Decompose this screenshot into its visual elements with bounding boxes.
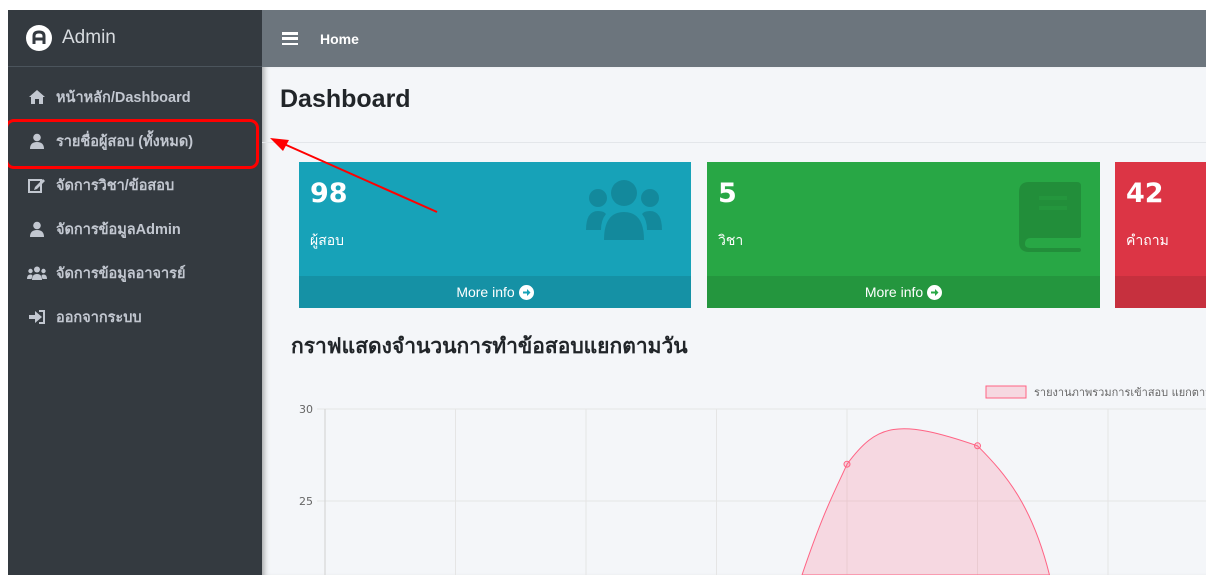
sidebar-item-label: รายชื่อผู้สอบ (ทั้งหมด) [56, 133, 194, 150]
y-tick-labels: 30 25 [299, 403, 313, 508]
sidebar-item-label: จัดการวิชา/ข้อสอบ [56, 177, 175, 194]
legend-label[interactable]: รายงานภาพรวมการเข้าสอบ แยกตาม [1034, 386, 1206, 399]
sidebar-item-manage-subjects[interactable]: จัดการวิชา/ข้อสอบ [8, 163, 262, 207]
home-link[interactable]: Home [320, 31, 359, 47]
sidebar-item-manage-admin[interactable]: จัดการข้อมูลAdmin [8, 207, 262, 251]
logo-letter-icon [32, 30, 46, 44]
sign-out-icon [26, 309, 48, 325]
sidebar-item-label: จัดการข้อมูลอาจารย์ [56, 265, 186, 282]
exam-chart: 30 25 รายงานภาพรวมการเข้าสอบ แยกตาม [299, 385, 1206, 575]
edit-icon [26, 177, 48, 193]
data-point [843, 460, 851, 468]
sidebar-item-manage-teachers[interactable]: จัดการข้อมูลอาจารย์ [8, 251, 262, 295]
brand-name: Admin [62, 27, 116, 48]
legend-swatch[interactable] [985, 385, 1027, 399]
sidebar-item-label: ออกจากระบบ [56, 309, 142, 326]
chart-grid [317, 408, 1206, 575]
sidebar-item-label: หน้าหลัก/Dashboard [56, 89, 191, 106]
sidebar-menu: หน้าหลัก/Dashboard รายชื่อผู้สอบ (ทั้งหม… [8, 75, 262, 339]
main-content: Dashboard 98 ผู้สอบ More info 5 วิชา Mor… [262, 67, 1206, 575]
sidebar-item-logout[interactable]: ออกจากระบบ [8, 295, 262, 339]
hamburger-icon[interactable] [282, 32, 298, 45]
y-tick-label: 25 [299, 495, 313, 508]
home-icon [26, 89, 48, 105]
brand-logo [26, 25, 52, 51]
top-navbar: Home [262, 10, 1206, 67]
app-window: Admin หน้าหลัก/Dashboard รายชื่อผู้สอบ (… [8, 10, 1206, 575]
sidebar-item-label: จัดการข้อมูลAdmin [56, 221, 181, 238]
series-area [801, 428, 1051, 575]
brand[interactable]: Admin [8, 10, 262, 67]
user-icon [26, 221, 48, 237]
users-icon [26, 266, 48, 280]
user-icon [26, 133, 48, 149]
y-tick-label: 30 [299, 403, 313, 416]
sidebar: Admin หน้าหลัก/Dashboard รายชื่อผู้สอบ (… [8, 10, 262, 575]
sidebar-item-dashboard[interactable]: หน้าหลัก/Dashboard [8, 75, 262, 119]
sidebar-item-examinees[interactable]: รายชื่อผู้สอบ (ทั้งหมด) [8, 119, 262, 169]
data-point [974, 442, 981, 450]
